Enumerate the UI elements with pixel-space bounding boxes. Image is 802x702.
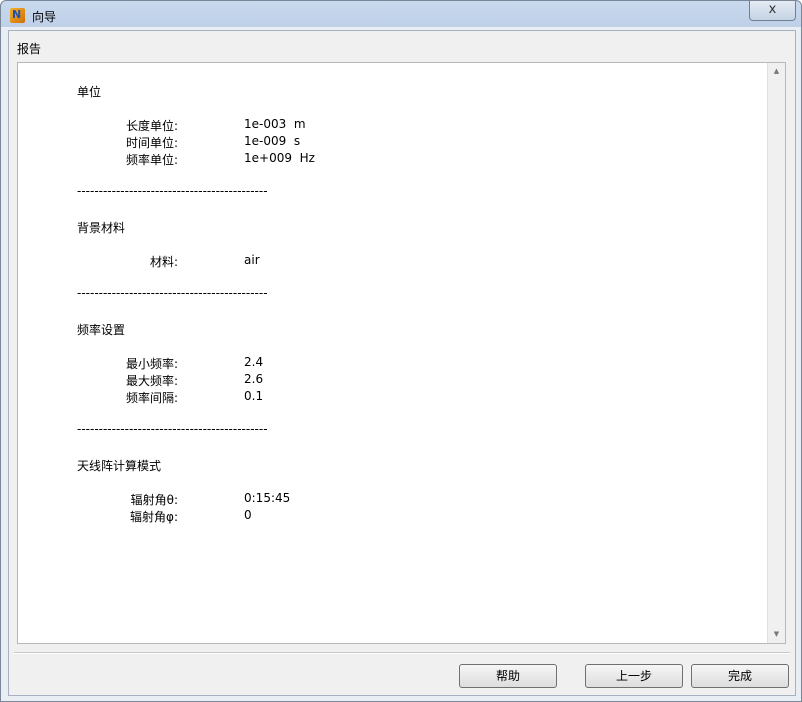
section-title-array-mode: 天线阵计算模式 [77, 459, 162, 473]
value-material: air [244, 253, 260, 267]
label-min-frequency: 最小频率: [125, 357, 178, 371]
label-max-frequency: 最大频率: [125, 374, 178, 388]
scroll-up-icon[interactable]: ▲ [768, 63, 785, 80]
divider-1: ----------------------------------------… [77, 184, 268, 198]
value-frequency-step: 0.1 [244, 389, 264, 403]
wizard-window: N 向导 x 报告 单位 长度单位: 1e-003 m 时间单位: 1e-009… [0, 0, 802, 702]
section-title-units: 单位 [77, 85, 102, 99]
section-title-background-material: 背景材料 [77, 221, 126, 235]
finish-button[interactable]: 完成 [691, 664, 789, 688]
divider-2: ----------------------------------------… [77, 286, 268, 300]
label-frequency-step: 频率间隔: [125, 391, 178, 405]
value-radiation-theta: 0:15:45 [244, 491, 291, 505]
label-radiation-theta: 辐射角θ: [130, 493, 178, 507]
help-button[interactable]: 帮助 [459, 664, 557, 688]
report-panel[interactable]: 单位 长度单位: 1e-003 m 时间单位: 1e-009 s 频率单位: 1… [17, 62, 786, 644]
value-time-unit: 1e-009 s [244, 134, 301, 148]
wizard-client-area: 报告 单位 长度单位: 1e-003 m 时间单位: 1e-009 s 频率单位… [8, 30, 796, 696]
value-max-frequency: 2.6 [244, 372, 264, 386]
label-material: 材料: [149, 255, 178, 269]
back-button[interactable]: 上一步 [585, 664, 683, 688]
label-length-unit: 长度单位: [125, 119, 178, 133]
footer-separator [14, 652, 790, 654]
page-title: 报告 [17, 42, 42, 56]
label-frequency-unit: 频率单位: [125, 153, 178, 167]
label-time-unit: 时间单位: [125, 136, 178, 150]
value-frequency-unit: 1e+009 Hz [244, 151, 315, 165]
value-length-unit: 1e-003 m [244, 117, 306, 131]
title-bar[interactable]: N 向导 x [1, 1, 801, 29]
section-title-frequency-settings: 频率设置 [77, 323, 126, 337]
window-title: 向导 [32, 10, 57, 24]
value-radiation-phi: 0 [244, 508, 252, 522]
divider-3: ----------------------------------------… [77, 422, 268, 436]
label-radiation-phi: 辐射角φ: [130, 510, 178, 524]
scroll-down-icon[interactable]: ▼ [768, 626, 785, 643]
vertical-scrollbar[interactable]: ▲ ▼ [767, 63, 785, 643]
close-icon: x [768, 2, 777, 17]
value-min-frequency: 2.4 [244, 355, 264, 369]
close-button[interactable]: x [749, 1, 796, 21]
app-icon: N [10, 8, 25, 23]
